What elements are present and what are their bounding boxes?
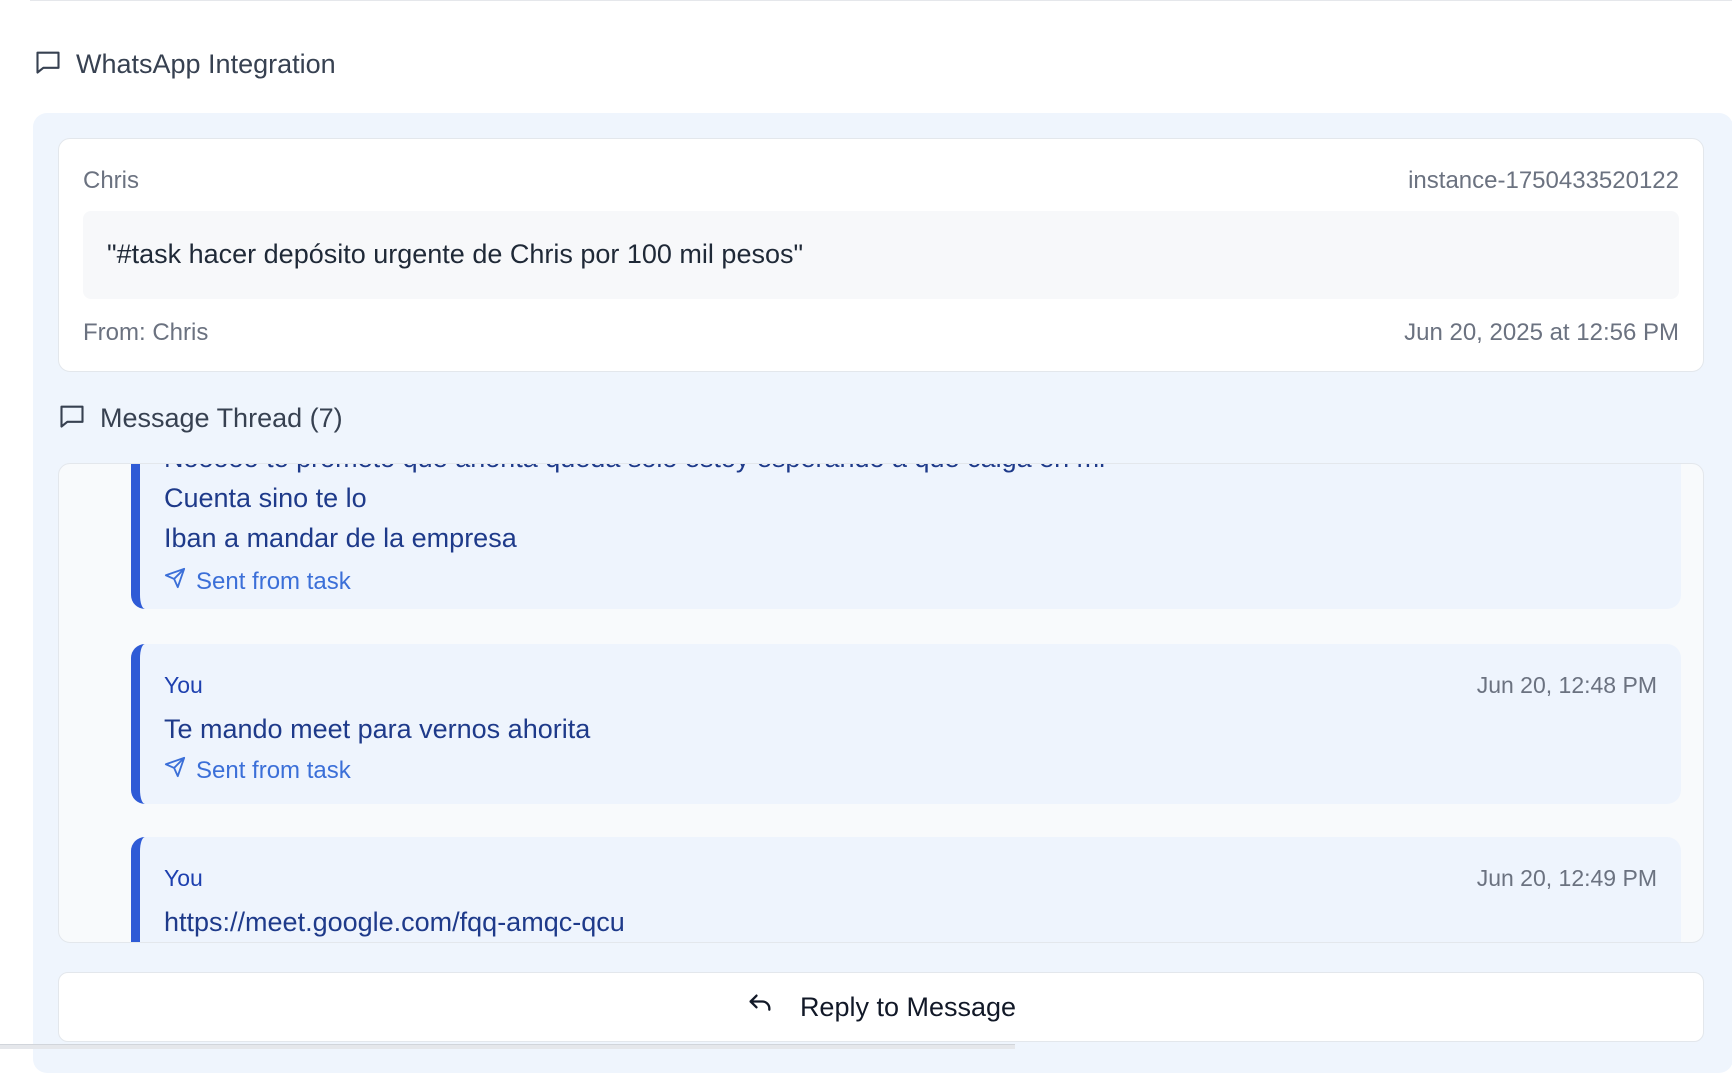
message-time: Jun 20, 12:49 PM [1476, 865, 1657, 891]
message-line: Iban a mandar de la empresa [164, 523, 517, 553]
message-from: From: Chris [83, 319, 209, 346]
thread-message: Nooooo te prometo que ahorita queda solo… [131, 464, 1681, 609]
sent-label: Sent from task [196, 567, 351, 595]
reply-button-label: Reply to Message [799, 991, 1017, 1022]
message-sender: Chris [83, 167, 140, 194]
reply-arrow-icon [746, 991, 774, 1024]
message-quote: "#task hacer depósito urgente de Chris p… [83, 211, 1679, 299]
message-date: Jun 20, 2025 at 12:56 PM [1404, 319, 1679, 346]
send-icon [164, 567, 186, 596]
message-time: Jun 20, 12:48 PM [1476, 672, 1657, 698]
message-line: Cuenta sino te lo [164, 483, 367, 513]
send-icon [164, 756, 186, 785]
sent-label: Sent from task [196, 756, 351, 784]
section-header: WhatsApp Integration [34, 48, 336, 81]
section-title: WhatsApp Integration [76, 49, 336, 79]
sent-from-task: Sent from task [164, 567, 351, 596]
thread-message: You Jun 20, 12:49 PM https://meet.google… [131, 837, 1681, 942]
original-message-card: Chris instance-1750433520122 "#task hace… [58, 138, 1704, 372]
thread-title: Message Thread (7) [100, 403, 343, 433]
sent-from-task: Sent from task [164, 756, 351, 785]
message-link[interactable]: https://meet.google.com/fqq-amqc-qcu [164, 907, 625, 938]
message-text: "#task hacer depósito urgente de Chris p… [107, 239, 804, 269]
message-author: You [164, 865, 203, 891]
message-square-icon [58, 402, 86, 435]
message-thread-list[interactable]: Nooooo te prometo que ahorita queda solo… [58, 463, 1704, 943]
bottom-scrollbar[interactable] [0, 1044, 1015, 1049]
reply-to-message-button[interactable]: Reply to Message [58, 972, 1704, 1042]
instance-id: instance-1750433520122 [1408, 167, 1679, 194]
message-author: You [164, 672, 203, 698]
message-body: Te mando meet para vernos ahorita [164, 714, 591, 744]
message-line: Nooooo te prometo que ahorita queda solo… [164, 464, 1105, 474]
message-square-icon [34, 48, 62, 81]
top-divider [30, 0, 1732, 1]
thread-header: Message Thread (7) [58, 402, 343, 435]
thread-message: You Jun 20, 12:48 PM Te mando meet para … [131, 644, 1681, 804]
